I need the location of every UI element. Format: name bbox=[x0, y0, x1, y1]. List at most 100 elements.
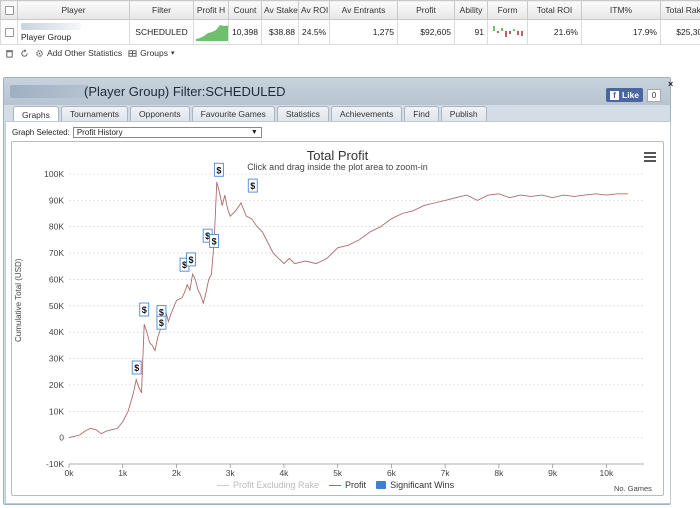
x-tick-label: 4k bbox=[279, 468, 289, 478]
significant-win-label: $ bbox=[142, 305, 147, 315]
profit-series-line bbox=[68, 181, 628, 439]
form-bar-chart bbox=[491, 26, 525, 37]
y-tick-label: 60K bbox=[49, 274, 64, 284]
graph-selected-label: Graph Selected: bbox=[12, 128, 70, 137]
graph-select-dropdown[interactable]: Profit History ▼ bbox=[72, 127, 262, 138]
tab-publish[interactable]: Publish bbox=[440, 106, 487, 121]
like-label: Like bbox=[622, 90, 640, 100]
groups-label: Groups bbox=[140, 48, 168, 58]
tab-achievements[interactable]: Achievements bbox=[330, 106, 403, 121]
y-tick-label: 70K bbox=[49, 248, 64, 258]
x-tick-label: 7k bbox=[441, 468, 451, 478]
total-rake-cell: $25,301 bbox=[660, 19, 700, 45]
col-profit[interactable]: Profit bbox=[397, 0, 455, 20]
tab-statistics[interactable]: Statistics bbox=[276, 106, 329, 121]
x-tick-label: 8k bbox=[494, 468, 504, 478]
facebook-icon: f bbox=[610, 90, 619, 100]
sparkline-chart bbox=[196, 25, 228, 41]
y-tick-label: 20K bbox=[49, 380, 64, 390]
facebook-like-button[interactable]: f Like bbox=[606, 88, 644, 102]
x-tick-label: 2k bbox=[172, 468, 182, 478]
y-tick-label: 90K bbox=[49, 195, 64, 205]
profit-chart[interactable]: -10K 0 10K 20K 30K 40K 50K 60K 70K 80K 90K 100K 0k 1k… bbox=[11, 141, 664, 496]
add-other-statistics-button[interactable]: Add Other Statistics bbox=[35, 48, 122, 58]
x-tick-label: 5k bbox=[333, 468, 343, 478]
row-checkbox[interactable] bbox=[0, 19, 18, 45]
y-tick-label: -10K bbox=[46, 459, 64, 469]
itm-cell: 17.9% bbox=[581, 19, 661, 45]
x-tick-label: 0k bbox=[65, 468, 75, 478]
significant-win-label: $ bbox=[134, 363, 139, 373]
trash-icon bbox=[5, 49, 14, 58]
chart-legend: Profit Excluding Rake Profit Significant… bbox=[217, 480, 454, 490]
graph-select-row: Graph Selected: Profit History ▼ bbox=[12, 127, 262, 138]
x-tick-label: 6k bbox=[387, 468, 397, 478]
tab-tournaments[interactable]: Tournaments bbox=[60, 106, 129, 121]
tab-graphs[interactable]: Graphs bbox=[13, 106, 59, 122]
legend-item-profit[interactable]: Profit bbox=[329, 480, 366, 490]
profit-history-sparkline bbox=[193, 19, 229, 45]
av-entrants-cell: 1,275 bbox=[329, 19, 398, 45]
refresh-button[interactable] bbox=[20, 48, 29, 58]
player-name-redacted bbox=[10, 85, 88, 98]
legend-box-icon bbox=[376, 481, 387, 489]
y-tick-label: 40K bbox=[49, 327, 64, 337]
col-filter[interactable]: Filter bbox=[129, 0, 194, 20]
x-tick-label: 9k bbox=[548, 468, 558, 478]
groups-dropdown[interactable]: Groups ▾ bbox=[128, 48, 175, 58]
significant-win-label: $ bbox=[212, 236, 217, 246]
total-roi-cell: 21.6% bbox=[527, 19, 582, 45]
col-count[interactable]: Count bbox=[228, 0, 262, 20]
tab-opponents[interactable]: Opponents bbox=[130, 106, 190, 121]
tab-favourite-games[interactable]: Favourite Games bbox=[191, 106, 275, 121]
x-axis-label: No. Games bbox=[614, 484, 652, 493]
delete-button[interactable] bbox=[5, 49, 14, 58]
graph-select-value: Profit History bbox=[76, 128, 123, 137]
x-tick-label: 10k bbox=[600, 468, 614, 478]
col-av-stake[interactable]: Av Stake bbox=[261, 0, 299, 20]
chevron-down-icon: ▼ bbox=[250, 129, 258, 136]
col-itm[interactable]: ITM% bbox=[581, 0, 661, 20]
profit-cell: $92,605 bbox=[397, 19, 455, 45]
y-tick-label: 30K bbox=[49, 354, 64, 364]
y-tick-label: 10K bbox=[49, 406, 64, 416]
close-icon[interactable]: × bbox=[668, 79, 673, 89]
legend-line-icon bbox=[217, 484, 229, 486]
chart-plot[interactable]: -10K010K20K30K40K50K60K70K80K90K100K0k 1k… bbox=[12, 142, 665, 497]
add-other-statistics-label: Add Other Statistics bbox=[47, 48, 123, 58]
stats-toolbar: Add Other Statistics Groups ▾ bbox=[0, 45, 700, 61]
x-tick-label: 3k bbox=[226, 468, 236, 478]
col-av-roi[interactable]: Av ROI bbox=[298, 0, 330, 20]
tab-find[interactable]: Find bbox=[404, 106, 439, 121]
table-row[interactable]: Player Group SCHEDULED 10,398 $38.88 24.… bbox=[0, 19, 700, 45]
player-name-redacted bbox=[21, 23, 81, 30]
legend-label: Significant Wins bbox=[390, 480, 455, 490]
legend-item-profit-excluding-rake[interactable]: Profit Excluding Rake bbox=[217, 480, 319, 490]
legend-line-icon bbox=[329, 484, 342, 486]
ability-cell: 91 bbox=[454, 19, 488, 45]
select-all-checkbox[interactable] bbox=[0, 0, 18, 20]
col-total-rake[interactable]: Total Rake bbox=[660, 0, 700, 20]
col-total-roi[interactable]: Total ROI bbox=[527, 0, 582, 20]
hamburger-menu-icon[interactable] bbox=[644, 152, 656, 162]
significant-win-label: $ bbox=[159, 318, 164, 328]
y-tick-label: 80K bbox=[49, 222, 64, 232]
chevron-down-icon: ▾ bbox=[171, 50, 175, 57]
refresh-icon bbox=[21, 48, 28, 57]
legend-label: Profit Excluding Rake bbox=[233, 480, 320, 490]
panel-tabs: Graphs Tournaments Opponents Favourite G… bbox=[13, 106, 487, 122]
col-form[interactable]: Form bbox=[487, 0, 528, 20]
col-ability[interactable]: Ability bbox=[454, 0, 488, 20]
player-cell[interactable]: Player Group bbox=[17, 19, 130, 45]
legend-item-significant-wins[interactable]: Significant Wins bbox=[376, 480, 454, 490]
significant-win-label: $ bbox=[250, 181, 255, 191]
col-profit-history[interactable]: Profit H bbox=[193, 0, 229, 20]
col-player[interactable]: Player bbox=[17, 0, 130, 20]
x-tick-label: 1k bbox=[118, 468, 128, 478]
gear-icon bbox=[36, 49, 43, 57]
chart-subtitle: Click and drag inside the plot area to z… bbox=[247, 162, 428, 172]
form-sparkline bbox=[487, 19, 528, 45]
av-stake-cell: $38.88 bbox=[261, 19, 299, 45]
col-av-entrants[interactable]: Av Entrants bbox=[329, 0, 398, 20]
y-axis-label: Cumulative Total (USD) bbox=[14, 258, 23, 342]
